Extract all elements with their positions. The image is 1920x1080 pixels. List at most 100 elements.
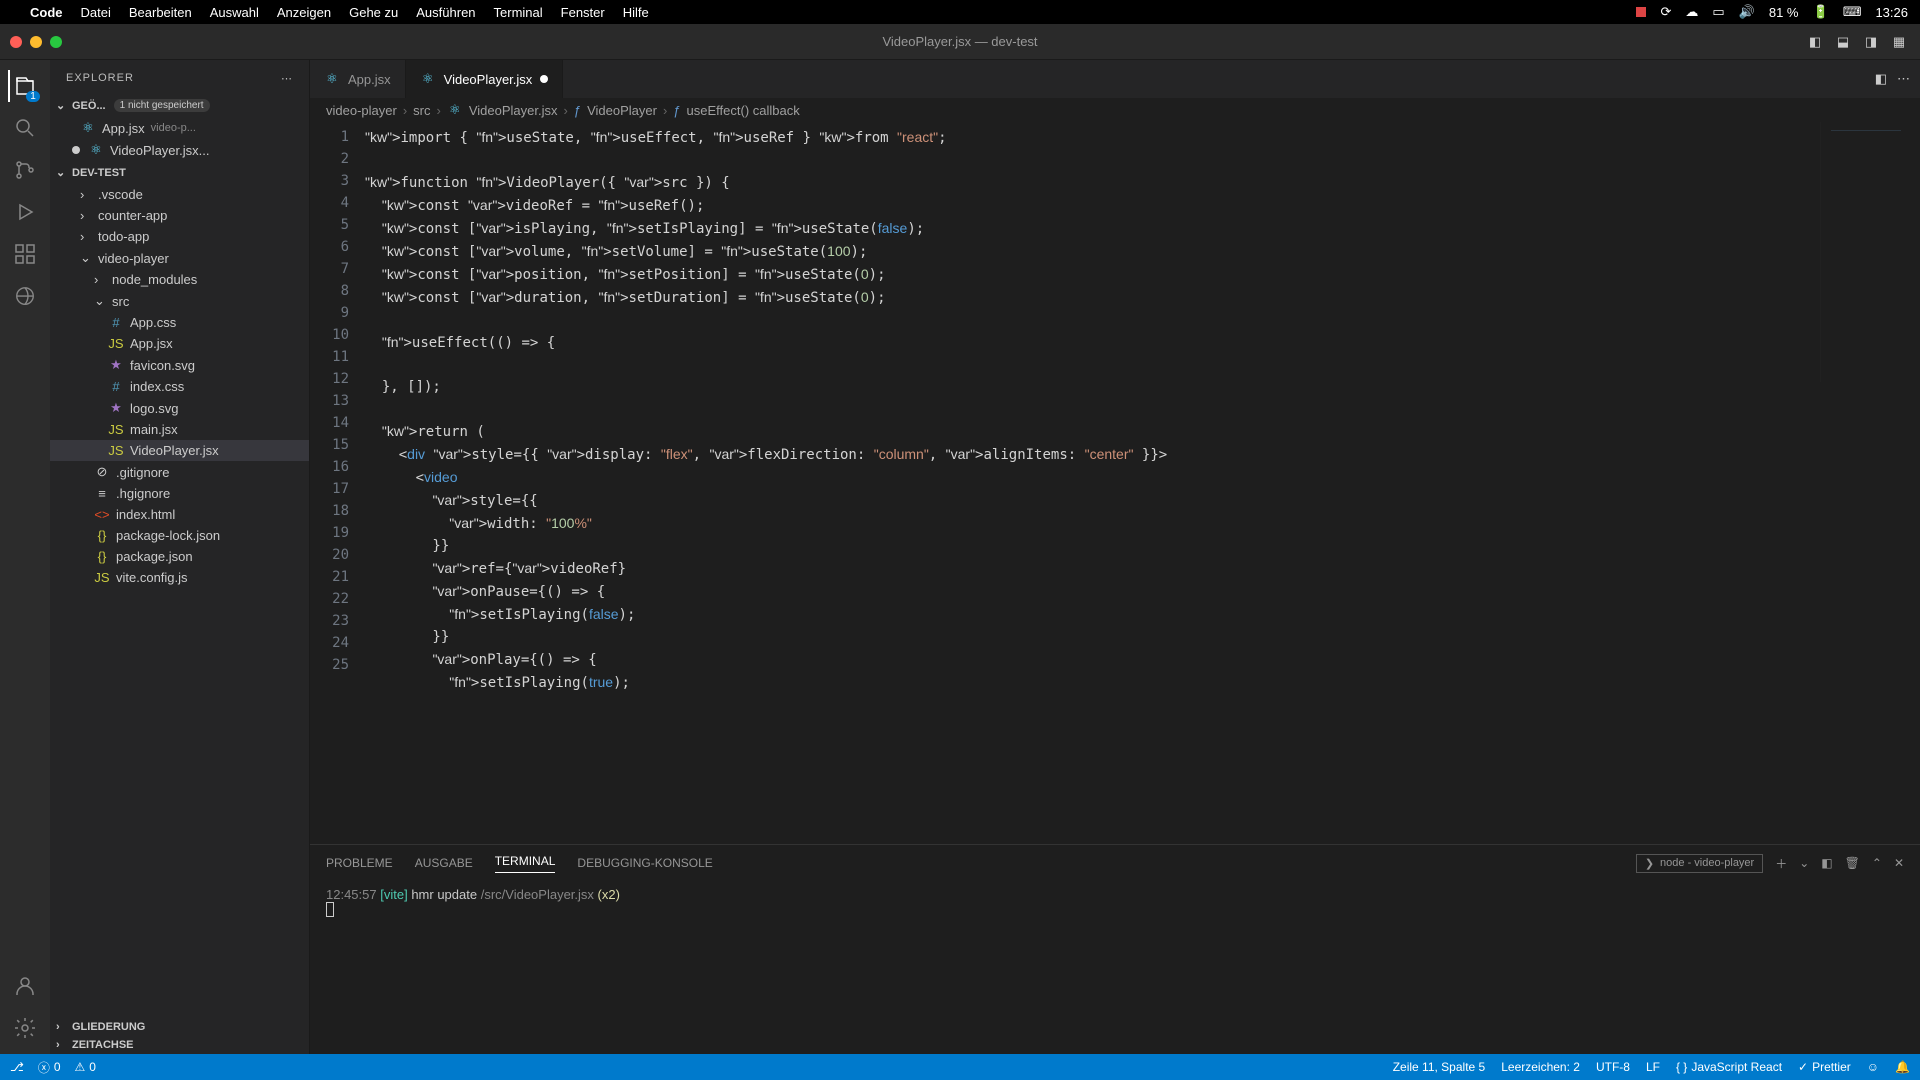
file-item[interactable]: ≡.hgignore [50,483,309,504]
status-cloud-icon[interactable]: ☁ [1685,4,1698,20]
file-item[interactable]: ⊘.gitignore [50,461,309,483]
status-notifications-icon[interactable]: 🔔 [1895,1060,1910,1074]
customize-layout-icon[interactable]: ▦ [1888,31,1910,53]
terminal-selector[interactable]: ❯ node - video-player [1636,854,1763,873]
status-errors[interactable]: ⓧ 0 [38,1059,61,1076]
activity-debug-icon[interactable] [9,196,41,228]
status-feedback-icon[interactable]: ☺ [1867,1060,1879,1074]
folder-item[interactable]: ›counter-app [50,205,309,226]
status-battery-text[interactable]: 81 % [1769,5,1799,20]
activity-scm-icon[interactable] [9,154,41,186]
file-item[interactable]: JSvite.config.js [50,567,309,588]
split-editor-icon[interactable]: ◧ [1875,71,1887,87]
window-maximize-button[interactable] [50,36,62,48]
file-item[interactable]: ★favicon.svg [50,354,309,376]
status-remote-icon[interactable]: ⎇ [10,1060,24,1074]
status-cursor-pos[interactable]: Zeile 11, Spalte 5 [1393,1060,1486,1074]
menu-gehezu[interactable]: Gehe zu [349,5,398,20]
terminal-output[interactable]: 12:45:57 [vite] hmr update /src/VideoPla… [310,881,1920,1054]
editor-tab-app[interactable]: ⚛ App.jsx [310,60,406,98]
status-record-icon[interactable] [1636,7,1646,17]
panel-tab-terminal[interactable]: TERMINAL [495,854,556,873]
breadcrumb-item[interactable]: VideoPlayer.jsx [469,103,558,118]
menu-datei[interactable]: Datei [81,5,111,20]
folder-item[interactable]: ⌄src [50,290,309,312]
panel-tab-debugging[interactable]: DEBUGGING-KONSOLE [577,856,712,870]
toggle-bottom-icon[interactable]: ⬓ [1832,31,1854,53]
menu-fenster[interactable]: Fenster [561,5,605,20]
more-actions-icon[interactable]: ⋯ [1897,71,1910,87]
activity-account-icon[interactable] [9,970,41,1002]
timeline-header[interactable]: ›ZEITACHSE [50,1036,309,1054]
outline-header[interactable]: ›GLIEDERUNG [50,1018,309,1036]
file-type-icon: ⊘ [94,464,110,480]
status-input-icon[interactable]: ⌨ [1843,4,1862,20]
status-volume-icon[interactable]: 🔊 [1739,4,1755,20]
breadcrumb-item[interactable]: src [413,103,430,118]
status-time[interactable]: 13:26 [1875,5,1908,20]
status-warnings[interactable]: ⚠ 0 [75,1060,96,1074]
terminal-dropdown-icon[interactable]: ⌄ [1799,856,1809,870]
activity-explorer-icon[interactable]: 1 [8,70,40,102]
status-prettier[interactable]: ✓ Prettier [1798,1060,1851,1074]
breadcrumb-item[interactable]: useEffect() callback [687,103,800,118]
open-editors-header[interactable]: ⌄ GEÖ... 1 nicht gespeichert [50,96,309,115]
sidebar-more-icon[interactable]: ⋯ [281,72,293,85]
window-close-button[interactable] [10,36,22,48]
folder-item[interactable]: ⌄video-player [50,247,309,269]
breadcrumb-item[interactable]: video-player [326,103,397,118]
code-content[interactable]: "kw">import { "fn">useState, "fn">useEff… [365,122,1820,844]
activity-settings-icon[interactable] [9,1012,41,1044]
project-header[interactable]: ⌄ DEV-TEST [50,163,309,182]
status-display-icon[interactable]: ▭ [1712,4,1724,20]
activity-remote-icon[interactable] [9,280,41,312]
terminal-time: 12:45:57 [326,887,377,902]
menu-ausfuehren[interactable]: Ausführen [416,5,475,20]
window-minimize-button[interactable] [30,36,42,48]
menubar-app[interactable]: Code [30,5,63,20]
editor-tab-videoplayer[interactable]: ⚛ VideoPlayer.jsx [406,60,564,98]
file-item[interactable]: <>index.html [50,504,309,525]
kill-terminal-icon[interactable]: 🗑 [1845,856,1860,870]
breadcrumb[interactable]: video-player› src› ⚛ VideoPlayer.jsx› ƒ … [310,98,1920,122]
file-item[interactable]: #App.css [50,312,309,333]
close-panel-icon[interactable]: ✕ [1894,856,1904,870]
open-editor-item[interactable]: ⚛ VideoPlayer.jsx... [50,139,309,161]
status-battery-icon[interactable]: 🔋 [1813,4,1829,20]
panel-tab-ausgabe[interactable]: AUSGABE [415,856,473,870]
tree-item-label: .hgignore [116,486,170,501]
status-eol[interactable]: LF [1646,1060,1660,1074]
open-editor-item[interactable]: ⚛ App.jsx video-p... [50,117,309,139]
file-item[interactable]: ★logo.svg [50,397,309,419]
minimap[interactable] [1820,122,1920,382]
status-sync-icon[interactable]: ⟳ [1660,4,1671,20]
folder-item[interactable]: ›.vscode [50,184,309,205]
folder-item[interactable]: ›node_modules [50,269,309,290]
file-item[interactable]: {}package.json [50,546,309,567]
status-encoding[interactable]: UTF-8 [1596,1060,1630,1074]
toggle-sidebar-icon[interactable]: ◨ [1860,31,1882,53]
breadcrumb-item[interactable]: VideoPlayer [587,103,657,118]
file-item[interactable]: JSmain.jsx [50,419,309,440]
activity-extensions-icon[interactable] [9,238,41,270]
maximize-panel-icon[interactable]: ⌃ [1872,856,1882,870]
status-indentation[interactable]: Leerzeichen: 2 [1501,1060,1580,1074]
folder-item[interactable]: ›todo-app [50,226,309,247]
status-language[interactable]: { } JavaScript React [1676,1060,1782,1074]
code-editor[interactable]: 1234567891011121314151617181920212223242… [310,122,1920,844]
menu-bearbeiten[interactable]: Bearbeiten [129,5,192,20]
activity-search-icon[interactable] [9,112,41,144]
split-terminal-icon[interactable]: ◧ [1821,856,1832,870]
menu-anzeigen[interactable]: Anzeigen [277,5,331,20]
file-item[interactable]: #index.css [50,376,309,397]
menu-hilfe[interactable]: Hilfe [623,5,649,20]
file-item[interactable]: JSVideoPlayer.jsx [50,440,309,461]
panel-tab-probleme[interactable]: PROBLEME [326,856,393,870]
menu-auswahl[interactable]: Auswahl [210,5,259,20]
menu-terminal[interactable]: Terminal [494,5,543,20]
new-terminal-icon[interactable]: ＋ [1775,855,1787,872]
unsaved-badge: 1 nicht gespeichert [114,99,210,112]
toggle-panel-icon[interactable]: ◧ [1804,31,1826,53]
file-item[interactable]: JSApp.jsx [50,333,309,354]
file-item[interactable]: {}package-lock.json [50,525,309,546]
